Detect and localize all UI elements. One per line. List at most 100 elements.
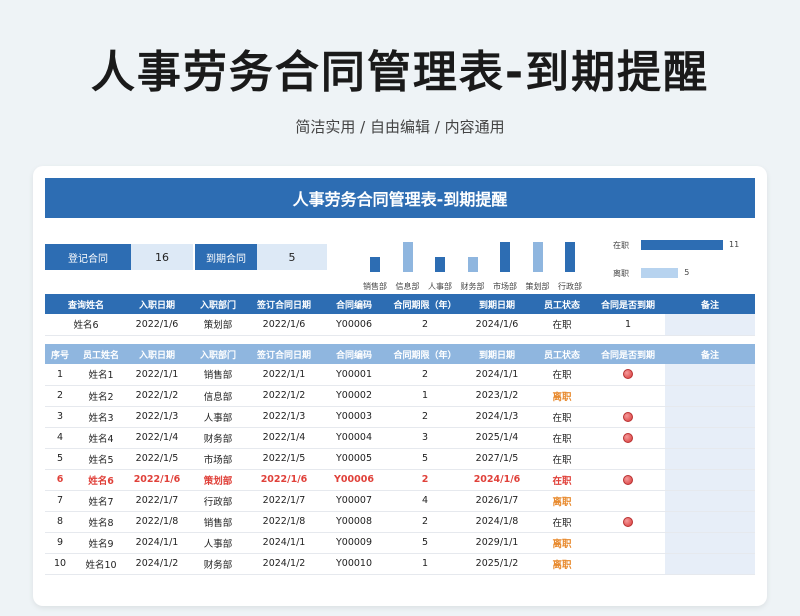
table-cell: 行政部: [187, 490, 249, 512]
table-row[interactable]: 2 姓名2 2022/1/2 信息部 2022/1/2 Y00002 1 2023/1/2 离职: [45, 385, 755, 407]
expired-alert-icon: [623, 369, 633, 380]
table-cell: 6: [45, 469, 75, 491]
table-cell: 人事部: [187, 532, 249, 554]
note-cell[interactable]: [665, 553, 755, 575]
table-cell: 人事部: [187, 406, 249, 428]
department-bar-chart: 销售部 信息部 人事部 财务部 市场部 策划部 行政部: [358, 232, 588, 292]
table-cell: 2026/1/7: [461, 490, 533, 512]
expired-alert-icon: [623, 411, 633, 422]
table-cell: 2022/1/8: [249, 511, 319, 533]
table-cell: Y00010: [319, 553, 389, 575]
table-cell: 5: [45, 448, 75, 470]
status-cell: 在职: [533, 448, 591, 470]
table-row[interactable]: 9 姓名9 2024/1/1 人事部 2024/1/1 Y00009 5 2029/1/1 离职: [45, 532, 755, 554]
table-cell: Y00003: [319, 406, 389, 428]
table-row[interactable]: 6 姓名6 2022/1/6 策划部 2022/1/6 Y00006 2 2024/1/6 在职: [45, 469, 755, 491]
table-cell: 1: [389, 553, 461, 575]
page-title: 人事劳务合同管理表-到期提醒: [90, 47, 710, 98]
table-cell: Y00009: [319, 532, 389, 554]
query-cell: Y00006: [319, 314, 389, 336]
list-header-cell: 序号: [45, 344, 75, 364]
table-cell: Y00004: [319, 427, 389, 449]
query-cell: 策划部: [187, 314, 249, 336]
query-cell: 2022/1/6: [249, 314, 319, 336]
table-cell: 2: [389, 364, 461, 386]
table-cell: 信息部: [187, 385, 249, 407]
sheet-card: 人事劳务合同管理表-到期提醒 登记合同 16 到期合同 5 销售部 信息部 人事部财…: [33, 166, 767, 606]
table-cell: 销售部: [187, 364, 249, 386]
note-cell[interactable]: [665, 532, 755, 554]
registered-contracts-label: 登记合同: [45, 244, 131, 270]
expiry-cell: [591, 553, 665, 575]
table-cell: 姓名7: [75, 490, 127, 512]
registered-contracts-value[interactable]: 16: [131, 244, 193, 270]
status-bar: [641, 268, 679, 278]
note-cell[interactable]: [665, 427, 755, 449]
table-cell: 姓名8: [75, 511, 127, 533]
table-cell: 2027/1/5: [461, 448, 533, 470]
table-cell: 姓名2: [75, 385, 127, 407]
table-cell: 2022/1/5: [127, 448, 187, 470]
table-cell: 1: [45, 364, 75, 386]
expiry-cell: [591, 406, 665, 428]
table-cell: 10: [45, 553, 75, 575]
table-cell: 姓名6: [75, 469, 127, 491]
dept-bar: [402, 242, 413, 272]
expired-alert-icon: [623, 516, 633, 527]
table-row[interactable]: 3 姓名3 2022/1/3 人事部 2022/1/3 Y00003 2 2024/1/3 在职: [45, 406, 755, 428]
expired-alert-icon: [623, 474, 633, 485]
table-cell: 2024/1/1: [461, 364, 533, 386]
table-cell: 8: [45, 511, 75, 533]
table-row[interactable]: 1 姓名1 2022/1/1 销售部 2022/1/1 Y00001 2 2024/1/1 在职: [45, 364, 755, 386]
table-cell: 9: [45, 532, 75, 554]
status-bar: [641, 240, 723, 250]
table-cell: 姓名9: [75, 532, 127, 554]
table-cell: 3: [45, 406, 75, 428]
query-cell: [665, 314, 755, 336]
status-cell: 离职: [533, 490, 591, 512]
query-name-input[interactable]: 姓名6: [45, 314, 127, 336]
query-header-cell: 员工状态: [533, 294, 591, 314]
list-header-cell: 入职部门: [187, 344, 249, 364]
table-cell: 2023/1/2: [461, 385, 533, 407]
note-cell[interactable]: [665, 385, 755, 407]
table-cell: 2022/1/4: [249, 427, 319, 449]
query-header-cell: 到期日期: [461, 294, 533, 314]
sheet-banner: 人事劳务合同管理表-到期提醒: [45, 178, 755, 218]
note-cell[interactable]: [665, 364, 755, 386]
query-cell: 1: [591, 314, 665, 336]
query-table: 查询姓名 入职日期 入职部门 签订合同日期 合同编码 合同期限（年） 到期日期 员工状态 合同是…: [45, 294, 755, 336]
note-cell[interactable]: [665, 448, 755, 470]
query-header-cell: 入职部门: [187, 294, 249, 314]
expiring-contracts-value[interactable]: 5: [257, 244, 327, 270]
table-cell: Y00006: [319, 469, 389, 491]
note-cell[interactable]: [665, 469, 755, 491]
note-cell[interactable]: [665, 490, 755, 512]
dept-label: 行政部: [558, 282, 582, 291]
dept-bar: [467, 257, 478, 272]
query-header-cell: 合同是否到期: [591, 294, 665, 314]
table-cell: 姓名1: [75, 364, 127, 386]
note-cell[interactable]: [665, 406, 755, 428]
table-cell: 2022/1/6: [249, 469, 319, 491]
table-row[interactable]: 10 姓名10 2024/1/2 财务部 2024/1/2 Y00010 1 2025/1/2…: [45, 553, 755, 575]
expiry-cell: [591, 511, 665, 533]
table-row[interactable]: 8 姓名8 2022/1/8 销售部 2022/1/8 Y00008 2 2024/1/8 在职: [45, 511, 755, 533]
table-cell: 2024/1/6: [461, 469, 533, 491]
table-cell: 2024/1/8: [461, 511, 533, 533]
expiry-cell: [591, 364, 665, 386]
table-cell: 2022/1/1: [127, 364, 187, 386]
status-cell: 在职: [533, 427, 591, 449]
table-row[interactable]: 4 姓名4 2022/1/4 财务部 2022/1/4 Y00004 3 2025/1/4 在职: [45, 427, 755, 449]
status-cell: 离职: [533, 385, 591, 407]
status-bar-chart: 在职 11 离职 5: [613, 236, 753, 286]
table-row[interactable]: 5 姓名5 2022/1/5 市场部 2022/1/5 Y00005 5 2027/1/5 在职: [45, 448, 755, 470]
table-row[interactable]: 7 姓名7 2022/1/7 行政部 2022/1/7 Y00007 4 2026/1/7 离职: [45, 490, 755, 512]
table-cell: 2024/1/1: [127, 532, 187, 554]
note-cell[interactable]: [665, 511, 755, 533]
expired-alert-icon: [623, 432, 633, 443]
list-header-cell: 到期日期: [461, 344, 533, 364]
table-cell: 2022/1/4: [127, 427, 187, 449]
expiry-cell: [591, 469, 665, 491]
status-cell: 在职: [533, 406, 591, 428]
